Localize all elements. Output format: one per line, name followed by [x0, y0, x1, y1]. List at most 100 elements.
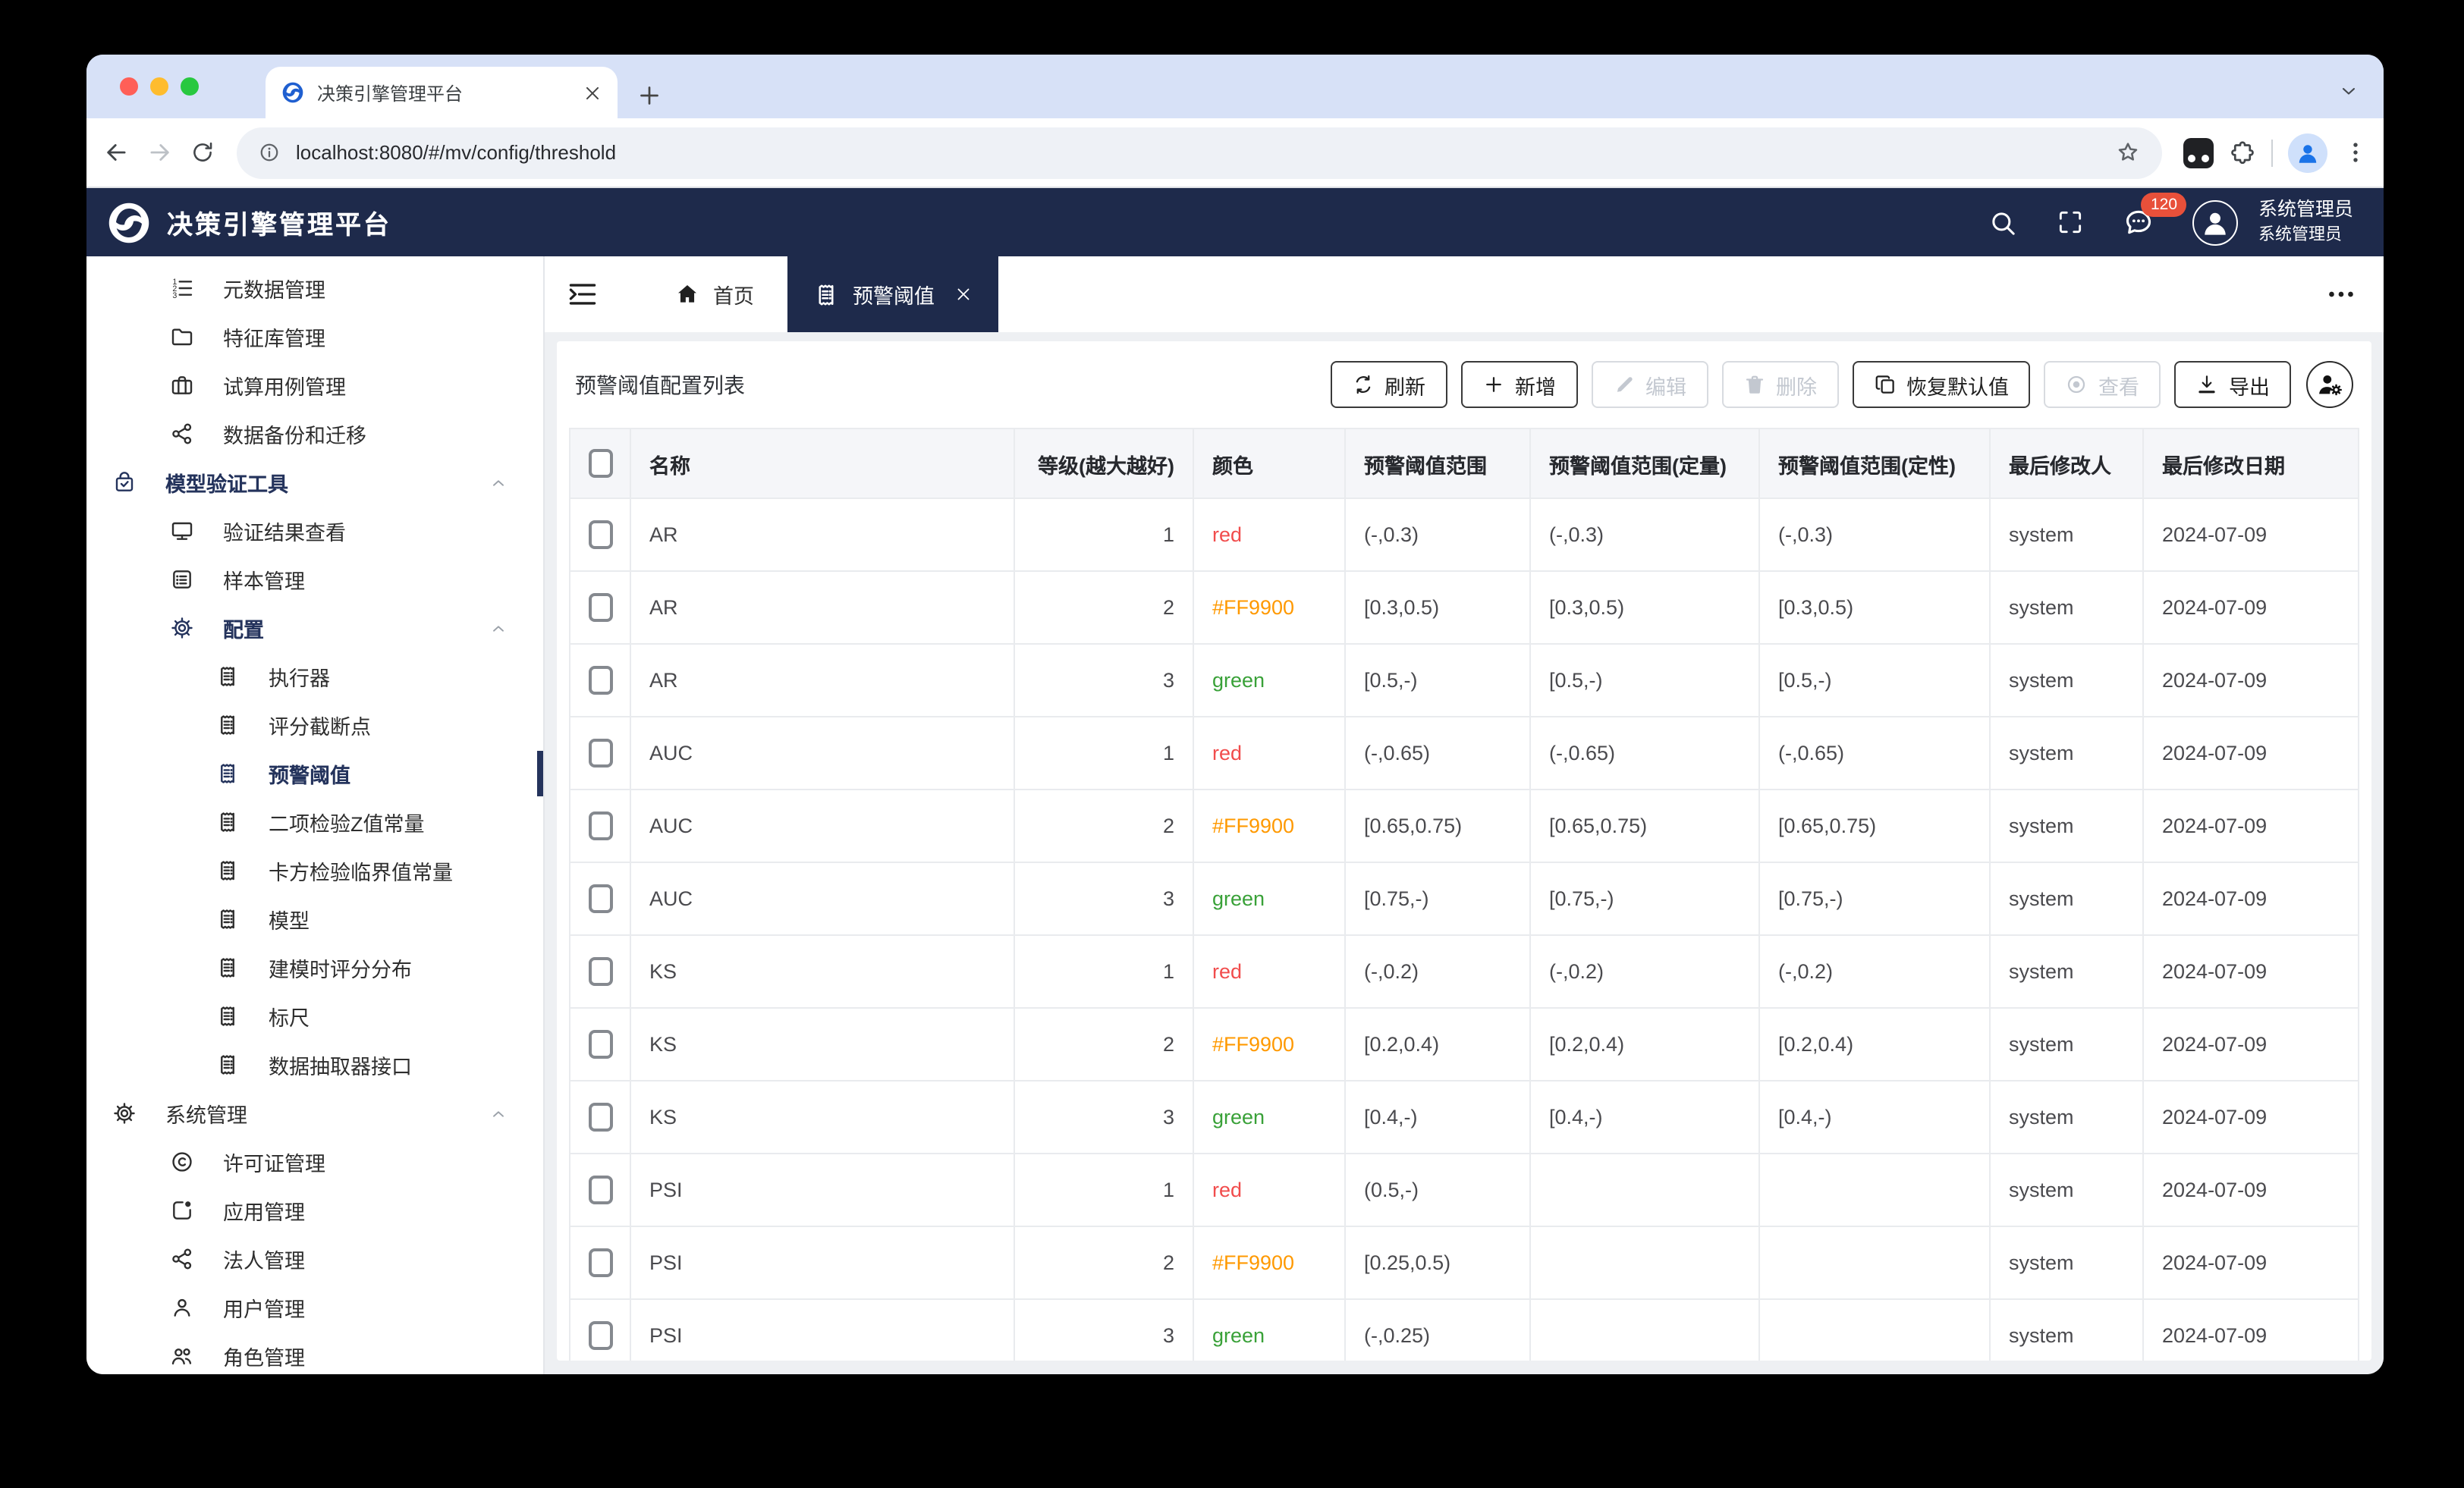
share-icon [170, 422, 194, 446]
cell-range: (0.5,-) [1345, 1154, 1530, 1226]
row-checkbox[interactable] [588, 1176, 612, 1204]
minimize-window-button[interactable] [150, 77, 168, 96]
sidebar-item-label: 模型 [269, 904, 310, 934]
sidebar-item-许可证管理[interactable]: 许可证管理 [86, 1138, 543, 1186]
new-tab-button[interactable] [636, 82, 663, 109]
row-checkbox[interactable] [588, 520, 612, 549]
button-label: 刷新 [1384, 369, 1425, 400]
table-row[interactable]: PSI1red(0.5,-)system2024-07-09 [570, 1154, 2359, 1226]
删除-button[interactable]: 删除 [1721, 361, 1838, 408]
table-row[interactable]: AUC3green[0.75,-)[0.75,-)[0.75,-)system2… [570, 862, 2359, 935]
sidebar-item-元数据管理[interactable]: 123元数据管理 [86, 264, 543, 312]
messages-button[interactable]: 120 [2123, 206, 2155, 238]
sidebar-item-建模时评分分布[interactable]: 建模时评分分布 [86, 943, 543, 992]
sidebar-item-预警阈值[interactable]: 预警阈值 [86, 749, 543, 798]
sidebar-item-用户管理[interactable]: 用户管理 [86, 1283, 543, 1332]
browser-toolbar: localhost:8080/#/mv/config/threshold [86, 118, 2384, 188]
sidebar-item-执行器[interactable]: 执行器 [86, 652, 543, 701]
sidebar-menu: 123元数据管理特征库管理试算用例管理数据备份和迁移模型验证工具验证结果查看样本… [86, 256, 545, 1374]
cell-color: #FF9900 [1193, 1008, 1345, 1081]
table-row[interactable]: KS2#FF9900[0.2,0.4)[0.2,0.4)[0.2,0.4)sys… [570, 1008, 2359, 1081]
tab-close-icon[interactable] [954, 285, 973, 303]
sidebar-item-评分截断点[interactable]: 评分截断点 [86, 701, 543, 749]
sidebar-item-数据抽取器接口[interactable]: 数据抽取器接口 [86, 1041, 543, 1089]
maximize-window-button[interactable] [181, 77, 199, 96]
row-checkbox[interactable] [588, 884, 612, 913]
browser-menu-icon[interactable] [2343, 140, 2368, 165]
tab-home[interactable]: 首页 [642, 256, 787, 332]
sidebar-item-模型验证工具[interactable]: 模型验证工具 [86, 458, 543, 507]
column-settings-button[interactable] [2306, 361, 2353, 408]
sidebar-item-配置[interactable]: 配置 [86, 604, 543, 652]
extensions-puzzle-icon[interactable] [2229, 139, 2256, 166]
sidebar-item-二项检验Z值常量[interactable]: 二项检验Z值常量 [86, 798, 543, 846]
sidebar-item-样本管理[interactable]: 样本管理 [86, 555, 543, 604]
sidebar-item-标尺[interactable]: 标尺 [86, 992, 543, 1041]
cell-range: (-,0.3) [1345, 498, 1530, 571]
table-row[interactable]: KS3green[0.4,-)[0.4,-)[0.4,-)system2024-… [570, 1081, 2359, 1154]
sidebar-item-label: 二项检验Z值常量 [269, 807, 425, 837]
sidebar-item-试算用例管理[interactable]: 试算用例管理 [86, 361, 543, 410]
sidebar-collapse-icon[interactable] [566, 278, 599, 311]
sidebar-item-应用管理[interactable]: 应用管理 [86, 1186, 543, 1235]
cell-range-qual: [0.5,-) [1759, 644, 1990, 717]
恢复默认值-button[interactable]: 恢复默认值 [1852, 361, 2030, 408]
cell-color: red [1193, 935, 1345, 1008]
table-row[interactable]: AR3green[0.5,-)[0.5,-)[0.5,-)system2024-… [570, 644, 2359, 717]
sidebar-item-系统管理[interactable]: 系统管理 [86, 1089, 543, 1138]
table-row[interactable]: AUC2#FF9900[0.65,0.75)[0.65,0.75)[0.65,0… [570, 790, 2359, 862]
编辑-button[interactable]: 编辑 [1591, 361, 1708, 408]
pinned-extension-icon[interactable] [2183, 137, 2214, 168]
plus-icon [1482, 373, 1504, 396]
table-row[interactable]: PSI3green(-,0.25)system2024-07-09 [570, 1299, 2359, 1361]
sidebar-item-法人管理[interactable]: 法人管理 [86, 1235, 543, 1283]
user-avatar[interactable] [2193, 199, 2239, 245]
select-all-checkbox[interactable] [588, 449, 612, 478]
sidebar-item-角色管理[interactable]: 角色管理 [86, 1332, 543, 1374]
sidebar-item-验证结果查看[interactable]: 验证结果查看 [86, 507, 543, 555]
row-checkbox[interactable] [588, 1321, 612, 1350]
browser-tab[interactable]: 决策引擎管理平台 [266, 67, 618, 118]
sidebar-item-特征库管理[interactable]: 特征库管理 [86, 312, 543, 361]
bookmark-star-icon[interactable] [2115, 140, 2141, 165]
cell-modified-by: system [1990, 717, 2143, 790]
导出-button[interactable]: 导出 [2174, 361, 2291, 408]
row-checkbox[interactable] [588, 739, 612, 768]
row-checkbox[interactable] [588, 1030, 612, 1059]
sidebar-item-数据备份和迁移[interactable]: 数据备份和迁移 [86, 410, 543, 458]
查看-button[interactable]: 查看 [2044, 361, 2161, 408]
tab-options-icon[interactable] [2326, 279, 2356, 309]
cell-color: #FF9900 [1193, 1226, 1345, 1299]
sidebar-item-卡方检验临界值常量[interactable]: 卡方检验临界值常量 [86, 846, 543, 895]
page-tabbar: 首页 预警阈值 [545, 256, 2384, 332]
新增-button[interactable]: 新增 [1460, 361, 1577, 408]
row-checkbox[interactable] [588, 957, 612, 986]
user-info[interactable]: 系统管理员 系统管理员 [2258, 196, 2353, 248]
site-info-icon[interactable] [258, 141, 281, 164]
close-window-button[interactable] [120, 77, 138, 96]
button-label: 查看 [2098, 369, 2139, 400]
table-row[interactable]: KS1red(-,0.2)(-,0.2)(-,0.2)system2024-07… [570, 935, 2359, 1008]
tab-search-chevron-icon[interactable] [2338, 80, 2359, 102]
cell-range: [0.65,0.75) [1345, 790, 1530, 862]
table-row[interactable]: AR1red(-,0.3)(-,0.3)(-,0.3)system2024-07… [570, 498, 2359, 571]
row-checkbox[interactable] [588, 666, 612, 695]
forward-button[interactable] [146, 138, 174, 167]
reload-button[interactable] [190, 140, 215, 165]
back-button[interactable] [102, 138, 130, 167]
address-bar[interactable]: localhost:8080/#/mv/config/threshold [237, 127, 2162, 178]
row-checkbox[interactable] [588, 1103, 612, 1132]
search-icon[interactable] [1988, 207, 2019, 237]
row-checkbox[interactable] [588, 811, 612, 840]
刷新-button[interactable]: 刷新 [1330, 361, 1447, 408]
sidebar-item-模型[interactable]: 模型 [86, 895, 543, 943]
fullscreen-icon[interactable] [2057, 208, 2085, 237]
tab-close-icon[interactable] [583, 83, 602, 102]
table-row[interactable]: AR2#FF9900[0.3,0.5)[0.3,0.5)[0.3,0.5)sys… [570, 571, 2359, 644]
row-checkbox[interactable] [588, 593, 612, 622]
table-row[interactable]: PSI2#FF9900[0.25,0.5)system2024-07-09 [570, 1226, 2359, 1299]
browser-profile-avatar[interactable] [2288, 133, 2327, 172]
tab-threshold[interactable]: 预警阈值 [787, 256, 998, 332]
row-checkbox[interactable] [588, 1248, 612, 1277]
table-row[interactable]: AUC1red(-,0.65)(-,0.65)(-,0.65)system202… [570, 717, 2359, 790]
